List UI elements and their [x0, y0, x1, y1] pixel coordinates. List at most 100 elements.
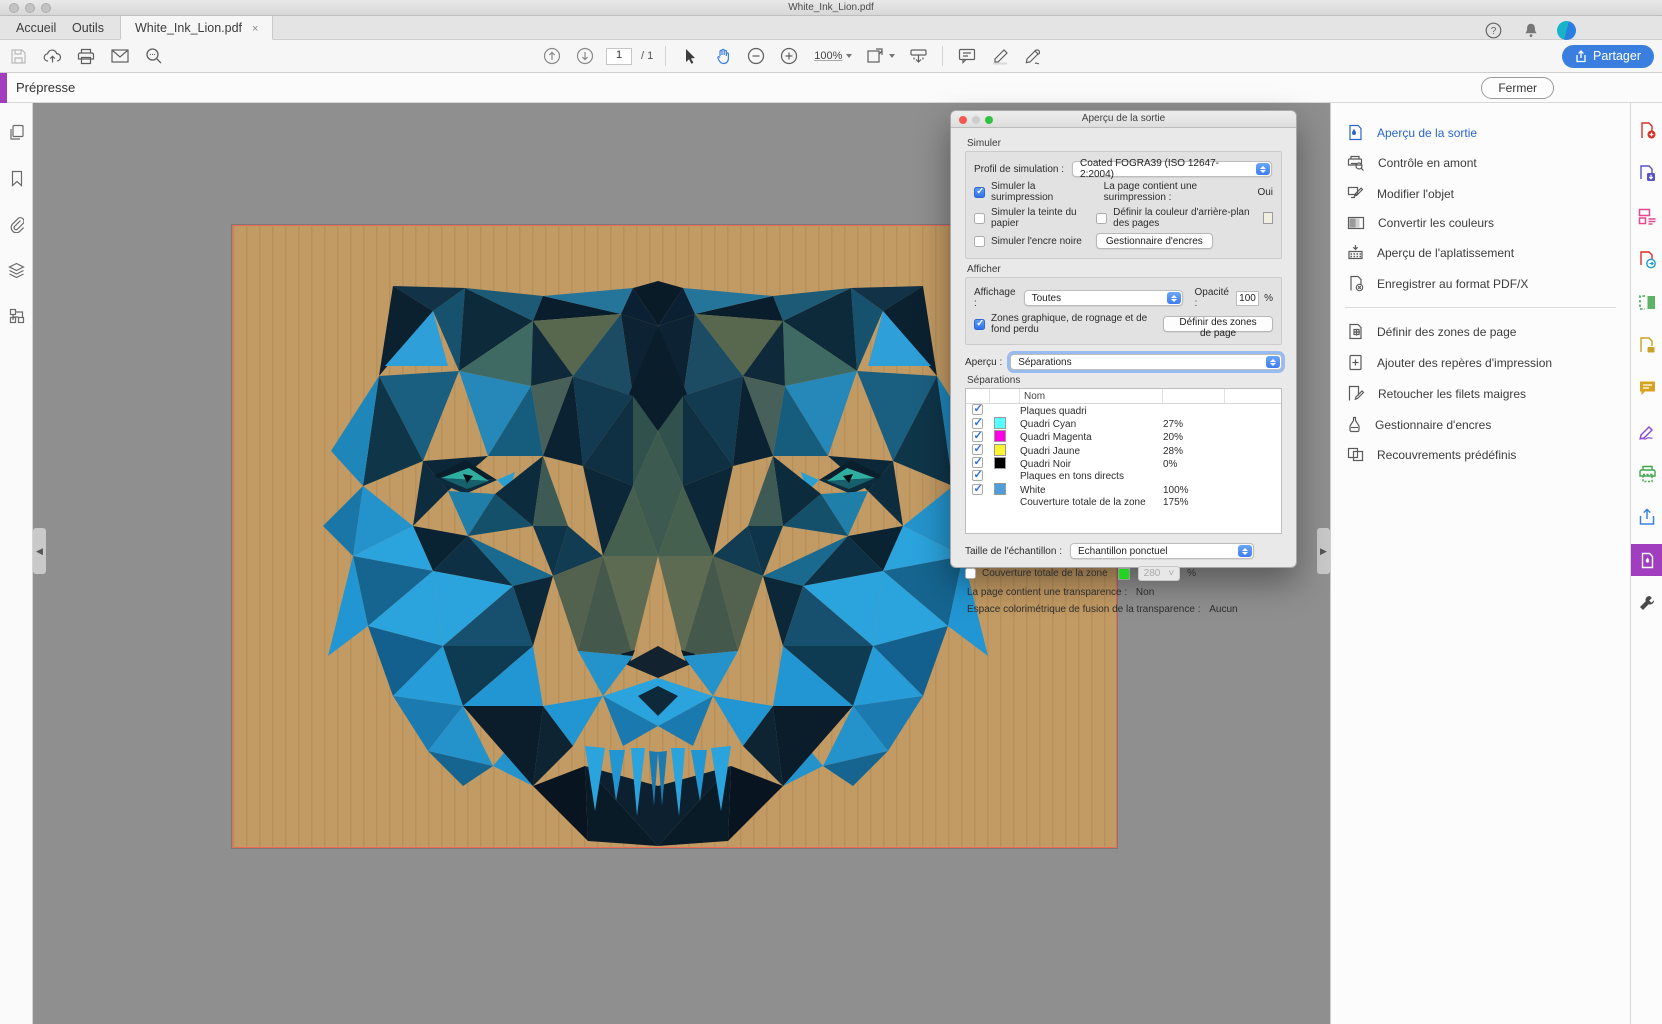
set-page-boxes-button[interactable]: Définir des zones de page	[1163, 316, 1273, 332]
tab-document[interactable]: White_Ink_Lion.pdf×	[120, 16, 273, 40]
simulation-profile-dropdown[interactable]: Coated FOGRA39 (ISO 12647-2:2004)	[1072, 161, 1272, 177]
panel-item-ink-manager[interactable]: Gestionnaire d'encres	[1331, 409, 1630, 440]
layers-icon[interactable]	[0, 253, 33, 287]
row-checkbox[interactable]	[972, 404, 983, 415]
dialog-close-button[interactable]	[959, 116, 967, 124]
separations-table[interactable]: Nom Plaques quadri Quadri Cyan 27% Quadr…	[965, 388, 1282, 534]
simulate-paper-tint-checkbox[interactable]	[974, 213, 985, 224]
separation-row[interactable]: White 100%	[966, 483, 1281, 496]
fit-page-dropdown-icon[interactable]	[865, 44, 897, 68]
output-preview-dialog[interactable]: Aperçu de la sortie Simuler Profil de si…	[950, 110, 1297, 568]
cloud-upload-icon[interactable]	[40, 44, 64, 68]
row-checkbox[interactable]	[972, 444, 983, 455]
print-production-icon[interactable]	[1631, 458, 1662, 490]
expand-right-panel-arrow[interactable]: ▶	[1317, 528, 1330, 574]
toolbar-divider	[665, 46, 666, 66]
save-icon[interactable]	[6, 44, 30, 68]
row-checkbox[interactable]	[972, 418, 983, 429]
email-icon[interactable]	[108, 44, 132, 68]
panel-item-fix-hairlines[interactable]: Retoucher les filets maigres	[1331, 378, 1630, 409]
request-signatures-icon[interactable]	[1631, 329, 1662, 361]
attachments-icon[interactable]	[0, 207, 33, 241]
panel-item-save-pdfx[interactable]: Enregistrer au format PDF/X	[1331, 268, 1630, 299]
sample-size-dropdown[interactable]: Echantillon ponctuel	[1070, 543, 1254, 559]
previous-page-icon[interactable]	[540, 44, 564, 68]
total-area-coverage-checkbox[interactable]	[965, 568, 976, 579]
panel-item-trap-presets[interactable]: Recouvrements prédéfinis	[1331, 440, 1630, 469]
bookmarks-icon[interactable]	[0, 161, 33, 195]
comment-icon[interactable]	[955, 44, 979, 68]
scan-ocr-icon[interactable]	[1631, 286, 1662, 318]
dialog-title-bar[interactable]: Aperçu de la sortie	[951, 111, 1296, 128]
find-icon[interactable]	[142, 44, 166, 68]
prepress-title: Prépresse	[16, 80, 75, 95]
convert-colors-icon	[1347, 216, 1365, 230]
export-pdf-icon[interactable]	[1631, 157, 1662, 189]
simulate-black-ink-checkbox[interactable]	[974, 236, 985, 247]
page-background-color-checkbox[interactable]	[1096, 213, 1107, 224]
separation-row[interactable]: Quadri Magenta 20%	[966, 430, 1281, 443]
zoom-out-icon[interactable]	[744, 44, 768, 68]
select-tool-icon[interactable]	[678, 44, 702, 68]
fit-width-icon[interactable]	[906, 44, 930, 68]
organize-pages-icon[interactable]	[1631, 200, 1662, 232]
separation-row[interactable]: Quadri Cyan 27%	[966, 417, 1281, 430]
separation-row[interactable]: Plaques quadri	[966, 404, 1281, 417]
page-number-input[interactable]: 1	[606, 48, 632, 65]
hand-tool-icon[interactable]	[711, 44, 735, 68]
coverage-color-swatch[interactable]	[1118, 568, 1130, 580]
ink-manager-button[interactable]: Gestionnaire d'encres	[1096, 233, 1213, 249]
dialog-zoom-button[interactable]	[985, 116, 993, 124]
simulate-overprint-checkbox[interactable]	[974, 187, 985, 198]
next-page-icon[interactable]	[573, 44, 597, 68]
simulate-paper-tint-label: Simuler la teinte du papier	[991, 207, 1080, 229]
prepress-active-icon[interactable]	[1631, 544, 1662, 576]
zoom-in-icon[interactable]	[777, 44, 801, 68]
comment-icon[interactable]	[1631, 372, 1662, 404]
row-checkbox[interactable]	[972, 431, 983, 442]
opacity-input[interactable]: 100	[1236, 291, 1259, 306]
print-icon[interactable]	[74, 44, 98, 68]
panel-item-flattener-preview[interactable]: Aperçu de l'aplatissement	[1331, 237, 1630, 268]
highlighter-icon[interactable]	[988, 44, 1012, 68]
preview-mode-dropdown[interactable]: Séparations	[1010, 354, 1282, 370]
fill-sign-icon[interactable]	[1631, 415, 1662, 447]
share-button[interactable]: Partager	[1562, 45, 1654, 68]
panel-item-preflight[interactable]: Contrôle en amont	[1331, 148, 1630, 178]
zoom-level-dropdown[interactable]: 100%	[810, 48, 856, 64]
row-checkbox[interactable]	[972, 484, 983, 495]
collapse-left-panel-arrow[interactable]: ◀	[33, 528, 46, 574]
main-toolbar: 1 / 1 100%	[0, 40, 1662, 73]
page-thumbnails-icon[interactable]	[0, 115, 33, 149]
create-pdf-icon[interactable]	[1631, 114, 1662, 146]
user-avatar[interactable]	[1557, 21, 1576, 40]
row-checkbox[interactable]	[972, 457, 983, 468]
save-pdfx-icon	[1347, 275, 1364, 292]
notifications-bell-icon[interactable]	[1519, 18, 1543, 42]
page-zones-checkbox[interactable]	[974, 319, 985, 330]
panel-item-add-printer-marks[interactable]: Ajouter des repères d'impression	[1331, 347, 1630, 378]
display-dropdown[interactable]: Toutes	[1024, 290, 1183, 306]
more-tools-wrench-icon[interactable]	[1631, 587, 1662, 619]
panel-item-convert-colors[interactable]: Convertir les couleurs	[1331, 209, 1630, 237]
panel-item-set-page-boxes[interactable]: Définir des zones de page	[1331, 316, 1630, 347]
share-icon[interactable]	[1631, 501, 1662, 533]
panel-item-output-preview[interactable]: Aperçu de la sortie	[1331, 117, 1630, 148]
help-icon[interactable]: ?	[1481, 18, 1505, 42]
fill-sign-pen-icon[interactable]	[1021, 44, 1045, 68]
tags-icon[interactable]	[0, 299, 33, 333]
page-background-color-swatch[interactable]	[1263, 212, 1273, 224]
panel-item-edit-object[interactable]: Modifier l'objet	[1331, 178, 1630, 209]
dialog-minimize-button[interactable]	[972, 116, 980, 124]
tab-tools[interactable]: Outils	[58, 16, 118, 40]
prepress-title-bar: Prépresse Fermer	[0, 73, 1662, 103]
separation-row[interactable]: Quadri Jaune 28%	[966, 444, 1281, 457]
send-review-icon[interactable]	[1631, 243, 1662, 275]
close-tool-button[interactable]: Fermer	[1481, 77, 1554, 99]
ink-color-swatch	[994, 430, 1006, 442]
tools-rail	[1630, 103, 1662, 1024]
separation-row[interactable]: Plaques en tons directs	[966, 470, 1281, 483]
separation-row[interactable]: Quadri Noir 0%	[966, 457, 1281, 470]
row-checkbox[interactable]	[972, 470, 983, 481]
tab-close-icon[interactable]: ×	[252, 23, 258, 35]
